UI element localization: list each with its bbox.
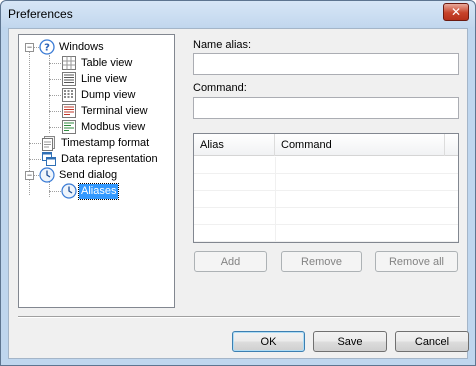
tree-item-dump-view[interactable]: Dump view xyxy=(61,87,137,103)
close-button[interactable]: ✕ xyxy=(443,3,469,21)
window-title: Preferences xyxy=(8,7,73,21)
tree-branch xyxy=(49,95,61,96)
cancel-button[interactable]: Cancel xyxy=(395,331,469,352)
help-icon: ? xyxy=(39,39,55,55)
remove-button[interactable]: Remove xyxy=(281,251,362,272)
name-alias-input[interactable] xyxy=(193,53,459,75)
tree-item-modbus-view[interactable]: Modbus view xyxy=(61,119,147,135)
lines-icon xyxy=(61,71,77,87)
preferences-window: Preferences ✕ − ? Windows Table view Lin… xyxy=(0,0,476,366)
tree-item-line-view[interactable]: Line view xyxy=(61,71,129,87)
tree-item-label: Line view xyxy=(81,72,127,85)
tree-item-windows[interactable]: ? Windows xyxy=(39,39,106,55)
list-row xyxy=(194,225,458,242)
tree-item-label: Send dialog xyxy=(59,168,118,181)
tree-item-label: Aliases xyxy=(77,182,120,200)
dump-icon xyxy=(61,87,77,103)
aliases-list[interactable]: Alias Command xyxy=(193,133,459,243)
dialog-client-area: − ? Windows Table view Line view Dump vi… xyxy=(8,28,469,359)
list-row xyxy=(194,191,458,208)
title-bar[interactable]: Preferences ✕ xyxy=(1,1,475,27)
tree-item-send-dialog[interactable]: Send dialog xyxy=(39,167,119,183)
footer-separator xyxy=(18,316,460,318)
windows-expander[interactable]: − xyxy=(25,43,34,52)
document-icon xyxy=(41,135,57,151)
tree-item-data-representation[interactable]: Data representation xyxy=(41,151,160,167)
windows-icon xyxy=(41,151,57,167)
save-button[interactable]: Save xyxy=(313,331,387,352)
name-alias-label: Name alias: xyxy=(193,39,252,51)
ok-button[interactable]: OK xyxy=(232,331,305,352)
tree-branch xyxy=(49,111,61,112)
tree-item-table-view[interactable]: Table view xyxy=(61,55,134,71)
add-button[interactable]: Add xyxy=(194,251,267,272)
tree-branch xyxy=(49,63,61,64)
tree-item-timestamp-format[interactable]: Timestamp format xyxy=(41,135,151,151)
preferences-tree[interactable]: − ? Windows Table view Line view Dump vi… xyxy=(18,34,175,308)
tree-item-label: Windows xyxy=(59,40,104,53)
tree-item-label: Timestamp format xyxy=(61,136,150,149)
tree-branch xyxy=(49,191,61,192)
tree-branch xyxy=(29,143,41,144)
list-header: Alias Command xyxy=(194,134,458,156)
tree-branch xyxy=(49,127,61,128)
list-row xyxy=(194,157,458,174)
tree-branch xyxy=(29,159,41,160)
tree-branch xyxy=(49,79,61,80)
command-input[interactable] xyxy=(193,97,459,119)
column-header-command[interactable]: Command xyxy=(275,134,445,156)
tree-item-label: Modbus view xyxy=(81,120,146,133)
send-dialog-expander[interactable]: − xyxy=(25,171,34,180)
list-row xyxy=(194,208,458,225)
svg-text:?: ? xyxy=(44,43,50,54)
command-label: Command: xyxy=(193,82,247,94)
tree-item-label: Dump view xyxy=(81,88,136,101)
table-icon xyxy=(61,55,77,71)
clock-icon xyxy=(61,183,77,199)
clock-icon xyxy=(39,167,55,183)
list-row xyxy=(194,174,458,191)
tree-item-label: Terminal view xyxy=(81,104,148,117)
remove-all-button[interactable]: Remove all xyxy=(375,251,458,272)
terminal-icon xyxy=(61,103,77,119)
tree-connector-windows xyxy=(49,55,50,133)
modbus-icon xyxy=(61,119,77,135)
column-header-alias[interactable]: Alias xyxy=(194,134,275,156)
tree-item-terminal-view[interactable]: Terminal view xyxy=(61,103,150,119)
close-icon: ✕ xyxy=(450,5,462,19)
tree-item-label: Table view xyxy=(81,56,133,69)
tree-item-label: Data representation xyxy=(61,152,158,165)
tree-item-aliases[interactable]: Aliases xyxy=(61,182,120,200)
